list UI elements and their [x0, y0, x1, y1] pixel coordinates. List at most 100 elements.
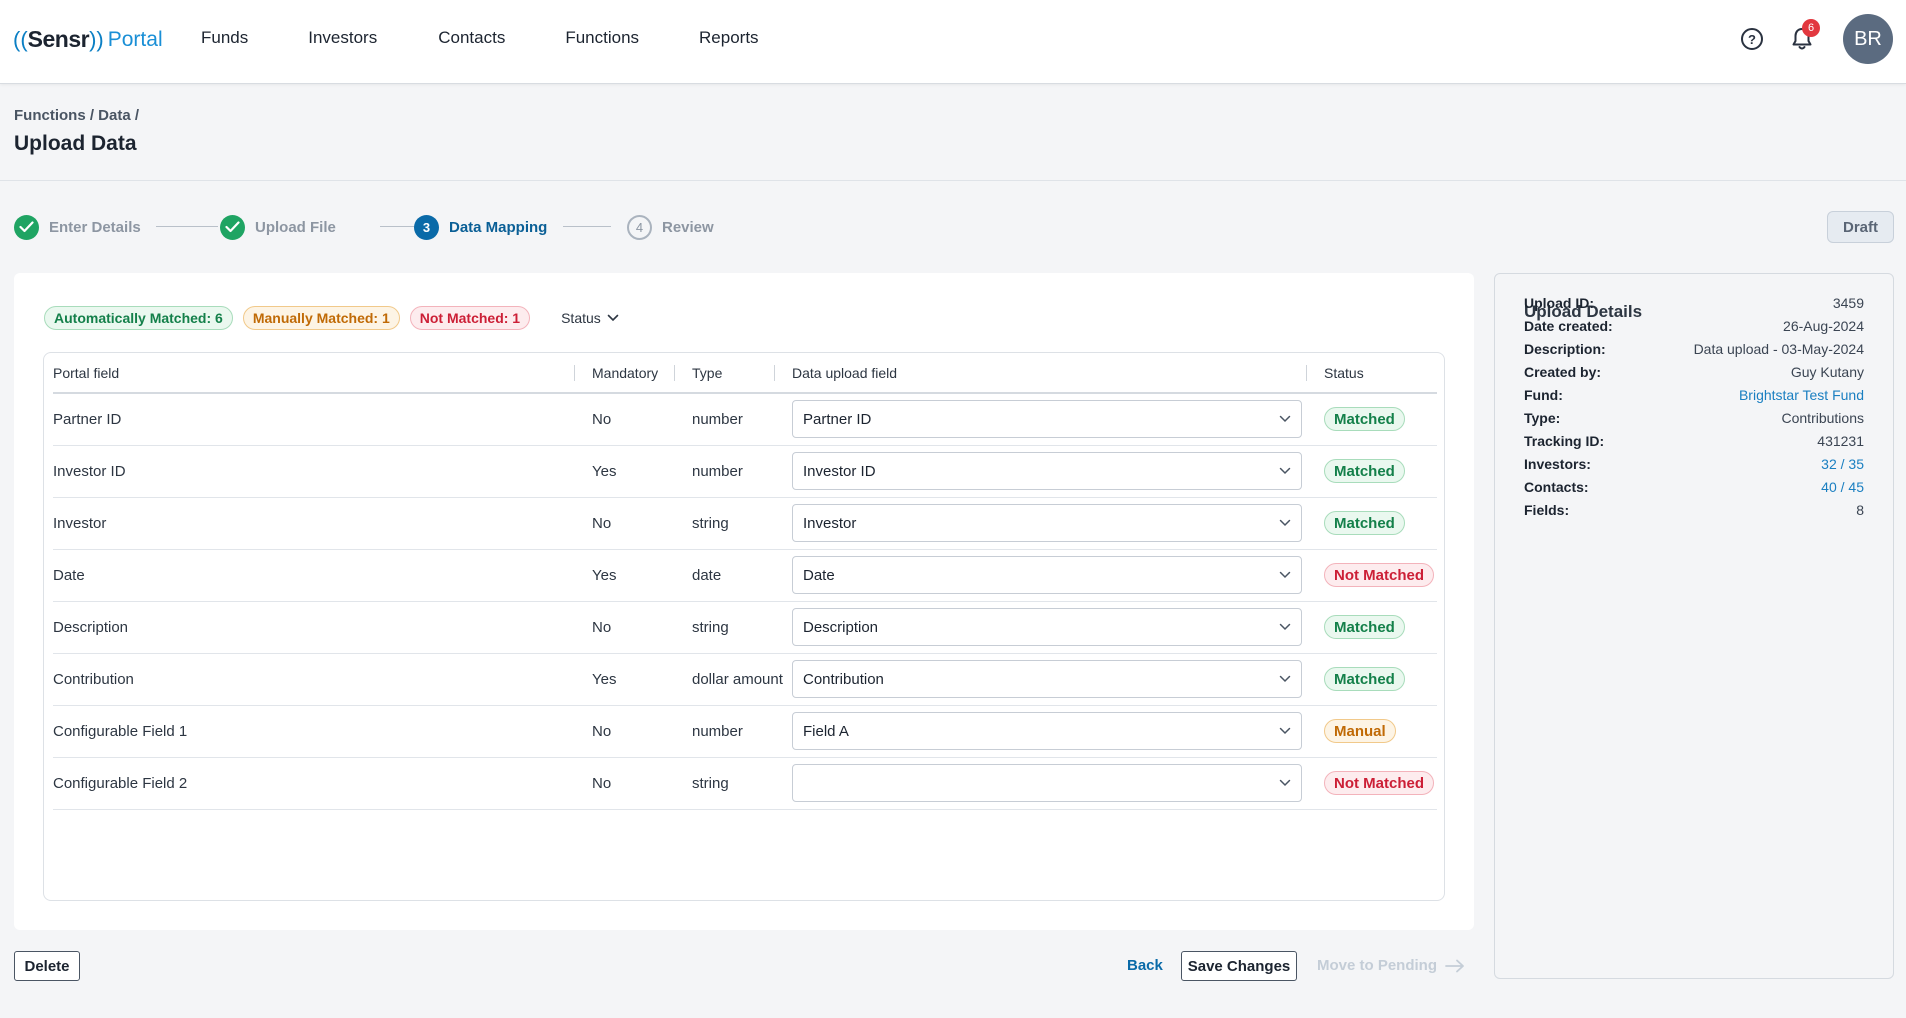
detail-value: 3459 [1832, 295, 1864, 311]
detail-row: Investors: 32 / 35 [1524, 456, 1864, 472]
data-upload-field-cell: Field A [783, 705, 1315, 758]
help-icon[interactable]: ? [1741, 28, 1763, 50]
select-value: Date [803, 566, 835, 584]
main-nav: Funds Investors Contacts Functions Repor… [201, 28, 819, 48]
move-to-pending-button[interactable]: Move to Pending [1317, 957, 1465, 974]
status-badge: Manual [1324, 719, 1396, 743]
column-header-portal-field: Portal field [53, 353, 583, 394]
mandatory-cell: No [583, 497, 683, 550]
status-cell: Manual [1315, 705, 1437, 758]
portal-field-cell: Contribution [53, 653, 583, 706]
mapping-card: Automatically Matched: 6 Manually Matche… [14, 273, 1474, 930]
detail-label: Tracking ID: [1524, 433, 1605, 449]
status-cell: Not Matched [1315, 757, 1437, 810]
detail-label: Upload ID: [1524, 295, 1594, 311]
chevron-down-icon [1279, 675, 1291, 683]
status-cell: Matched [1315, 445, 1437, 498]
status-filter-dropdown[interactable]: Status [561, 310, 619, 326]
data-upload-field-cell: Description [783, 601, 1315, 654]
detail-value[interactable]: 32 / 35 [1821, 456, 1864, 472]
portal-field-cell: Date [53, 549, 583, 602]
data-upload-field-select[interactable]: Investor ID [792, 452, 1302, 490]
detail-label: Fields: [1524, 502, 1570, 518]
check-icon [14, 214, 39, 240]
type-cell: date [683, 549, 783, 602]
step-number: 4 [627, 214, 652, 240]
portal-field-cell: Investor ID [53, 445, 583, 498]
detail-label: Contacts: [1524, 479, 1589, 495]
nav-functions[interactable]: Functions [565, 28, 639, 48]
nav-contacts[interactable]: Contacts [438, 28, 505, 48]
data-upload-field-select[interactable]: Contribution [792, 660, 1302, 698]
column-header-type: Type [674, 353, 783, 394]
step-label: Data Mapping [449, 218, 548, 236]
chevron-down-icon [1279, 727, 1291, 735]
manual-matched-pill: Manually Matched: 1 [242, 306, 400, 330]
mapping-table-body: Partner ID No number Partner ID Matched Inves… [53, 393, 1437, 810]
mandatory-cell: No [583, 705, 683, 758]
portal-field-cell: Configurable Field 1 [53, 705, 583, 758]
chevron-down-icon [1279, 519, 1291, 527]
type-cell: string [683, 497, 783, 550]
select-value: Partner ID [803, 410, 872, 428]
step-review[interactable]: 4 Review [627, 214, 714, 240]
status-badge: Not Matched [1324, 771, 1434, 795]
back-button[interactable]: Back [1127, 957, 1163, 974]
detail-label: Fund: [1524, 387, 1563, 403]
status-cell: Matched [1315, 497, 1437, 550]
mandatory-cell: Yes [583, 445, 683, 498]
nav-reports[interactable]: Reports [699, 28, 759, 48]
select-value: Contribution [803, 670, 884, 688]
step-enter-details[interactable]: Enter Details [14, 214, 141, 240]
select-value: Investor [803, 514, 857, 532]
table-row: Investor ID Yes number Investor ID Matched [53, 445, 1437, 498]
chevron-down-icon [607, 314, 619, 322]
data-upload-field-cell: Investor ID [783, 445, 1315, 498]
step-upload-file[interactable]: Upload File [220, 214, 336, 240]
mandatory-cell: Yes [583, 653, 683, 706]
step-data-mapping[interactable]: 3 Data Mapping [414, 214, 547, 240]
select-value: Field A [803, 722, 849, 740]
table-header-row: Portal field Mandatory Type Data upload … [53, 353, 1437, 394]
detail-value: Data upload - 03-May-2024 [1693, 341, 1864, 357]
select-value: Investor ID [803, 462, 876, 480]
status-badge: Matched [1324, 615, 1405, 639]
save-changes-button[interactable]: Save Changes [1181, 951, 1297, 981]
data-upload-field-select[interactable]: Date [792, 556, 1302, 594]
chevron-down-icon [1279, 623, 1291, 631]
page-title: Upload Data [14, 132, 137, 155]
column-header-data-upload-field: Data upload field [774, 353, 1315, 394]
nav-investors[interactable]: Investors [308, 28, 377, 48]
detail-label: Description: [1524, 341, 1606, 357]
chevron-down-icon [1279, 467, 1291, 475]
mandatory-cell: No [583, 601, 683, 654]
logo-right-mark: )) [89, 26, 104, 52]
portal-field-cell: Description [53, 601, 583, 654]
data-upload-field-select[interactable] [792, 764, 1302, 802]
auto-matched-pill: Automatically Matched: 6 [44, 306, 233, 330]
table-row: Date Yes date Date Not Matched [53, 549, 1437, 602]
detail-value[interactable]: 40 / 45 [1821, 479, 1864, 495]
mapping-table: Portal field Mandatory Type Data upload … [53, 353, 1437, 810]
step-connector [563, 226, 611, 227]
data-upload-field-select[interactable]: Description [792, 608, 1302, 646]
data-upload-field-select[interactable]: Field A [792, 712, 1302, 750]
chevron-down-icon [1279, 571, 1291, 579]
data-upload-field-cell: Investor [783, 497, 1315, 550]
mandatory-cell: No [583, 393, 683, 446]
type-cell: number [683, 393, 783, 446]
type-cell: number [683, 705, 783, 758]
sensr-portal-logo[interactable]: ((Sensr)) Portal [13, 26, 163, 53]
move-to-pending-label: Move to Pending [1317, 957, 1437, 974]
status-badge: Matched [1324, 459, 1405, 483]
table-row: Configurable Field 1 No number Field A Manua… [53, 705, 1437, 758]
nav-funds[interactable]: Funds [201, 28, 248, 48]
breadcrumb[interactable]: Functions / Data / [14, 107, 139, 124]
detail-value[interactable]: Brightstar Test Fund [1739, 387, 1864, 403]
arrow-right-icon [1445, 959, 1464, 972]
delete-button[interactable]: Delete [14, 951, 80, 981]
data-upload-field-select[interactable]: Investor [792, 504, 1302, 542]
data-upload-field-select[interactable]: Partner ID [792, 400, 1302, 439]
user-avatar[interactable]: BR [1843, 14, 1893, 64]
step-number: 3 [414, 214, 439, 240]
